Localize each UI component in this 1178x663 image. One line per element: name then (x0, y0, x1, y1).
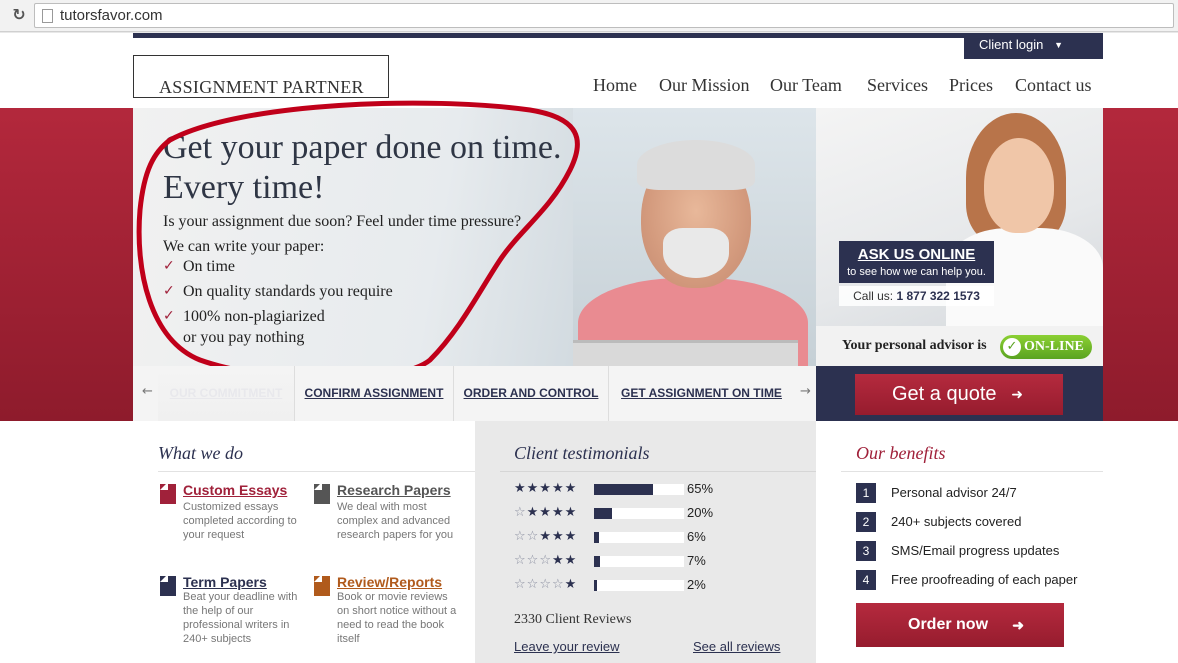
rating-row: ★★★★★ 65% (514, 481, 744, 499)
rating-percent: 20% (687, 505, 714, 520)
review-reports-desc: Book or movie reviews on short notice wi… (337, 591, 457, 645)
ask-title: ASK US ONLINE (857, 246, 976, 263)
nav-prices[interactable]: Prices (949, 75, 993, 96)
document-icon (160, 482, 178, 504)
list-item: ✓ On time (163, 258, 235, 275)
call-us-line: Call us: 1 877 322 1573 (839, 286, 994, 306)
url-text: tutorsfavor.com (60, 7, 163, 24)
hero-guarantee: or you pay nothing (183, 329, 305, 346)
rating-bar-fill (594, 508, 612, 519)
document-icon (314, 574, 332, 596)
see-all-reviews-link[interactable]: See all reviews (693, 639, 780, 654)
testimonials-title: Client testimonials (514, 443, 650, 463)
term-papers-desc: Beat your deadline with the help of our … (183, 591, 298, 645)
rating-percent: 65% (687, 481, 714, 496)
rating-bar-fill (594, 532, 599, 543)
review-reports-link[interactable]: Review/Reports (337, 574, 442, 590)
rating-bar-fill (594, 556, 600, 567)
benefit-number: 4 (856, 570, 876, 590)
rating-row: ☆☆☆★★ 7% (514, 553, 744, 571)
benefit-text: Free proofreading of each paper (891, 572, 1078, 587)
rating-percent: 2% (687, 577, 706, 592)
benefit-text: SMS/Email progress updates (891, 543, 1060, 558)
rating-bar-fill (594, 484, 653, 495)
client-login-button[interactable]: Client login ▼ (964, 33, 1103, 59)
rating-bar (594, 532, 684, 543)
arrow-right-icon[interactable]: → (800, 384, 811, 399)
arrow-right-icon: ➜ (1011, 386, 1023, 402)
benefit-text: 240+ subjects covered (891, 514, 1022, 529)
client-login-label: Client login (979, 37, 1044, 52)
steps-carousel: ← OUR COMMITMENT CONFIRM ASSIGNMENT ORDE… (133, 366, 816, 421)
nav-our-mission[interactable]: Our Mission (659, 75, 750, 96)
nav-contact-us[interactable]: Contact us (1015, 75, 1092, 96)
benefits-title: Our benefits (856, 443, 946, 463)
rating-bar (594, 580, 684, 591)
arrow-right-icon: ➜ (1012, 617, 1024, 633)
hero-subheading: We can write your paper: (163, 238, 325, 255)
hero-headline: Get your paper done on time. Every time! (163, 129, 562, 206)
check-icon: ✓ (163, 258, 175, 274)
call-us-label: Call us: (853, 289, 894, 303)
custom-essays-link[interactable]: Custom Essays (183, 482, 287, 498)
rating-bar (594, 508, 684, 519)
address-bar[interactable]: tutorsfavor.com (34, 3, 1174, 28)
nav-our-team[interactable]: Our Team (770, 75, 842, 96)
star-rating-icon: ☆★★★★ (514, 505, 578, 520)
list-item: ✓ On quality standards you require (163, 283, 393, 300)
check-icon: ✓ (163, 283, 175, 299)
site-logo[interactable]: ASSIGNMENT PARTNER (133, 55, 389, 98)
rating-row: ☆☆★★★ 6% (514, 529, 744, 547)
star-rating-icon: ☆☆☆★★ (514, 553, 578, 568)
page-icon (42, 9, 53, 23)
research-papers-desc: We deal with most complex and advanced r… (337, 501, 454, 541)
logo-text: ASSIGNMENT PARTNER (159, 77, 364, 97)
advisor-status-text: Your personal advisor is (842, 338, 987, 353)
document-icon (160, 574, 178, 596)
order-now-button[interactable]: Order now ➜ (856, 603, 1064, 647)
hero-question: Is your assignment due soon? Feel under … (163, 213, 522, 230)
tab-our-commitment[interactable]: OUR COMMITMENT (158, 366, 295, 421)
leave-review-link[interactable]: Leave your review (514, 639, 620, 654)
get-quote-button[interactable]: Get a quote ➜ (855, 374, 1063, 415)
rating-percent: 7% (687, 553, 706, 568)
rating-row: ☆☆☆☆★ 2% (514, 577, 744, 595)
phone-number: 1 877 322 1573 (896, 289, 980, 303)
custom-essays-desc: Customized essays completed according to… (183, 501, 297, 541)
check-icon: ✓ (163, 308, 175, 324)
star-rating-icon: ☆☆★★★ (514, 529, 578, 544)
rating-percent: 6% (687, 529, 706, 544)
research-papers-link[interactable]: Research Papers (337, 482, 451, 498)
term-papers-link[interactable]: Term Papers (183, 574, 267, 590)
nav-services[interactable]: Services (867, 75, 928, 96)
star-rating-icon: ★★★★★ (514, 481, 578, 496)
reload-icon[interactable]: ↻ (10, 6, 28, 24)
top-stripe (133, 33, 1103, 38)
benefit-number: 2 (856, 512, 876, 532)
arrow-left-icon[interactable]: ← (142, 384, 153, 399)
benefit-number: 3 (856, 541, 876, 561)
ask-us-online-button[interactable]: ASK US ONLINE to see how we can help you… (839, 241, 994, 283)
rating-bar-fill (594, 580, 597, 591)
benefit-number: 1 (856, 483, 876, 503)
check-circle-icon: ✓ (1003, 338, 1021, 356)
what-we-do-title: What we do (158, 443, 243, 463)
tab-get-assignment-on-time[interactable]: GET ASSIGNMENT ON TIME (609, 366, 794, 421)
nav-home[interactable]: Home (593, 75, 637, 96)
caret-down-icon: ▼ (1054, 40, 1063, 50)
tab-order-and-control[interactable]: ORDER AND CONTROL (454, 366, 609, 421)
benefit-text: Personal advisor 24/7 (891, 485, 1017, 500)
reviews-count: 2330 Client Reviews (514, 612, 632, 627)
browser-toolbar: ↻ tutorsfavor.com (0, 0, 1178, 32)
ask-subtitle: to see how we can help you. (847, 266, 986, 278)
tab-confirm-assignment[interactable]: CONFIRM ASSIGNMENT (295, 366, 454, 421)
star-rating-icon: ☆☆☆☆★ (514, 577, 578, 592)
online-status-badge[interactable]: ✓ ON-LINE (1000, 335, 1092, 359)
document-icon (314, 482, 332, 504)
hero-bullet-list: ✓ On time ✓ On quality standards you requi… (163, 258, 393, 333)
rating-row: ☆★★★★ 20% (514, 505, 744, 523)
rating-bar (594, 484, 684, 495)
laptop-image (573, 340, 798, 366)
rating-bar (594, 556, 684, 567)
